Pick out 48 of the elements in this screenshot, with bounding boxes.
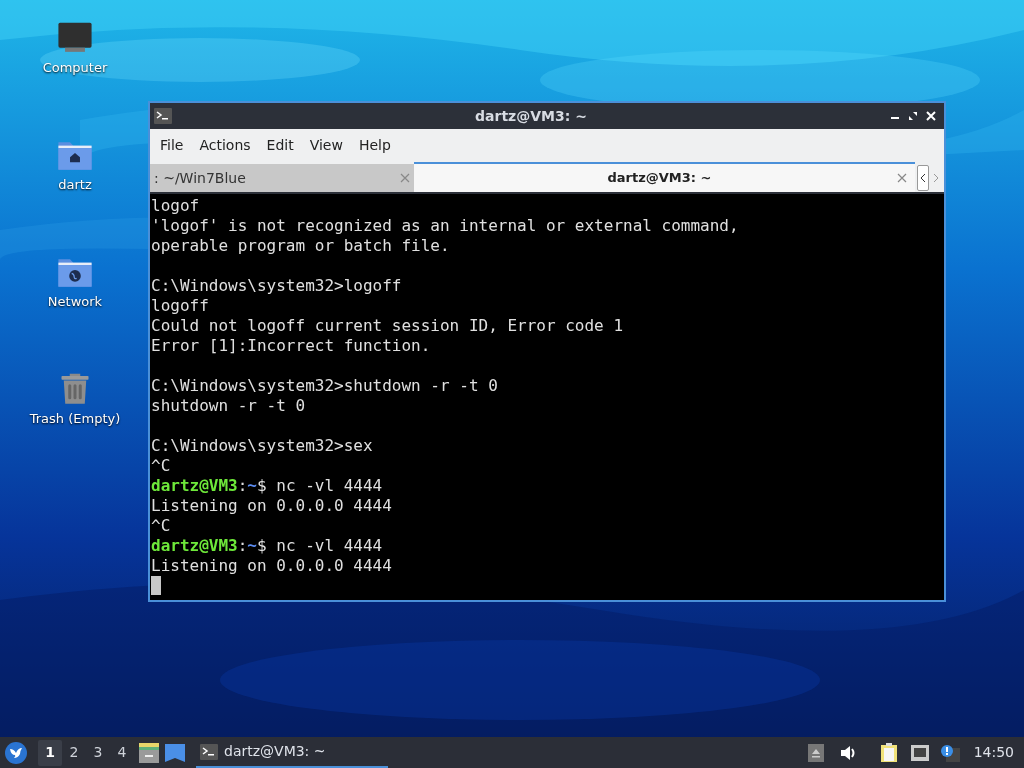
terminal-line: Error [1]:Incorrect function. — [151, 336, 432, 356]
terminal-line: logof — [151, 196, 201, 216]
terminal-line: C:\Windows\system32>logoff — [151, 276, 403, 296]
tab[interactable]: dartz@VM3: ~ — [414, 162, 915, 192]
alert-icon[interactable] — [939, 743, 960, 762]
task-button[interactable]: dartz@VM3: ~ — [196, 737, 388, 768]
menu-item[interactable]: Edit — [260, 134, 300, 156]
terminal-line: ^C — [151, 456, 172, 476]
terminal-icon — [154, 108, 172, 124]
desktop-icon-label[interactable]: Network — [47, 291, 103, 311]
window-title: dartz@VM3: ~ — [474, 106, 588, 126]
terminal-line: Listening on 0.0.0.0 4444 — [151, 556, 393, 576]
workspace-button[interactable]: 1 — [38, 739, 62, 766]
close-tab-icon[interactable] — [897, 173, 907, 183]
chevron-left-icon — [920, 173, 926, 183]
menu-item[interactable]: Help — [352, 134, 397, 156]
tab[interactable]: : ~/Win7Blue — [150, 164, 414, 192]
terminal-line: 'logof' is not recognized as an internal or external command, — [151, 216, 740, 236]
terminal-line: logoff — [151, 296, 210, 316]
workspace-button[interactable]: 2 — [62, 739, 86, 766]
prompt-line: dartz@VM3:~$ nc -vl 4444 — [151, 476, 384, 496]
menu-item[interactable]: File — [154, 134, 190, 156]
desktop-icon[interactable] — [164, 742, 186, 763]
chevron-right-icon — [933, 173, 939, 183]
menu-item[interactable]: View — [303, 134, 349, 156]
bird-logo-icon[interactable] — [4, 740, 28, 765]
clipboard-icon[interactable] — [879, 742, 898, 763]
workspace-button[interactable]: 3 — [86, 739, 110, 766]
desktop-icon-label[interactable]: dartz — [58, 174, 92, 194]
terminal-line: C:\Windows\system32>sex — [151, 436, 374, 456]
eject-icon[interactable] — [807, 743, 824, 762]
terminal-line: Listening on 0.0.0.0 4444 — [151, 496, 393, 516]
file-cabinet-icon[interactable] — [138, 741, 160, 764]
menu-item[interactable]: Actions — [193, 134, 257, 156]
workspace-button[interactable]: 4 — [110, 739, 134, 766]
terminal-icon — [200, 743, 218, 760]
clock[interactable]: 14:50 — [973, 742, 1014, 763]
scroll-tabs-left-button[interactable] — [917, 165, 929, 191]
terminal-line: Could not logoff current session ID, Error code 1 — [151, 316, 624, 336]
terminal-line: operable program or batch file. — [151, 236, 451, 256]
terminal-line: C:\Windows\system32>shutdown -r -t 0 — [151, 376, 499, 396]
network-port-icon[interactable] — [909, 743, 930, 762]
terminal-line: shutdown -r -t 0 — [151, 396, 307, 416]
text-cursor — [151, 576, 161, 595]
close-icon[interactable] — [926, 111, 936, 121]
desktop-icon-label[interactable]: Trash (Empty) — [29, 408, 121, 428]
prompt-line: dartz@VM3:~$ nc -vl 4444 — [151, 536, 384, 556]
terminal-line: ^C — [151, 516, 172, 536]
